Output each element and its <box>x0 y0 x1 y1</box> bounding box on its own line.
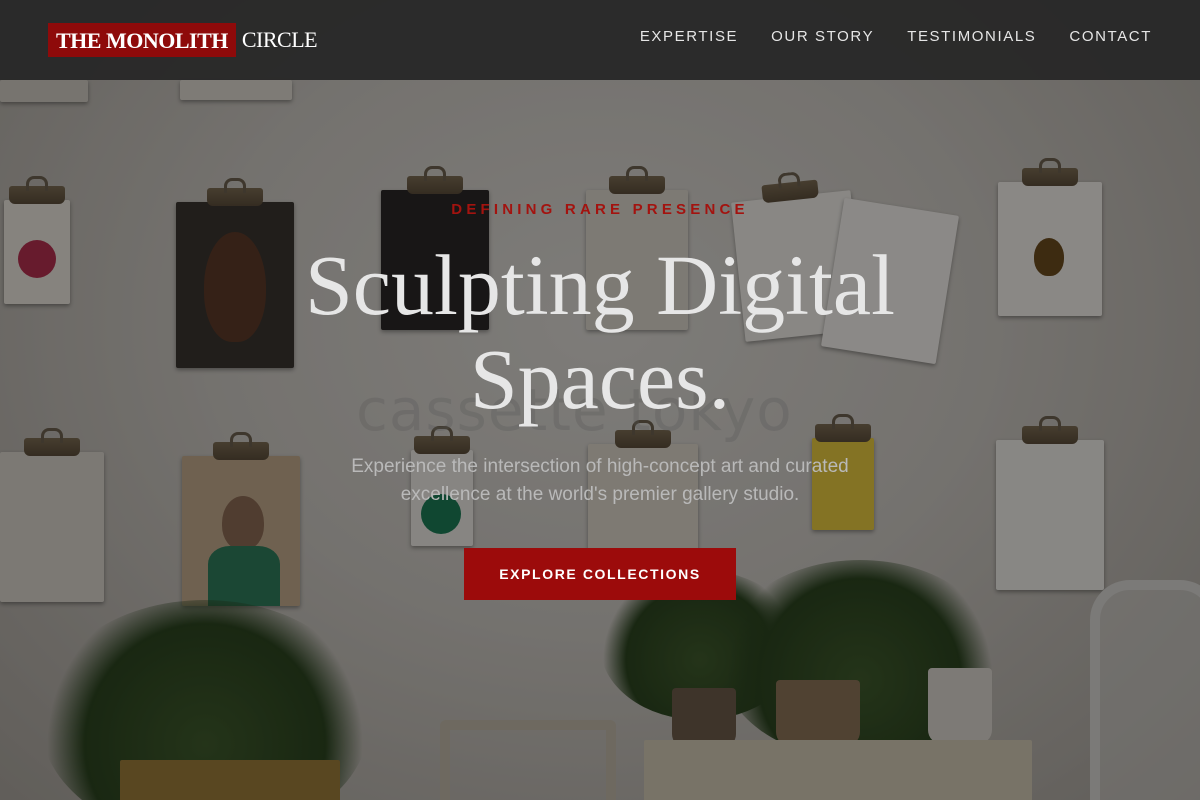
hero-headline-line-2: Spaces. <box>469 331 731 427</box>
logo-wordmark: CIRCLE <box>241 27 318 52</box>
hero-section: DEFINING RARE PRESENCE Sculpting Digital… <box>0 80 1200 800</box>
hero-subtext-line-1: Experience the intersection of high-conc… <box>351 456 849 477</box>
nav-link-our-story[interactable]: OUR STORY <box>771 28 874 45</box>
hero-headline-line-1: Sculpting Digital <box>304 237 896 333</box>
landing-page: cassette tokyo THE MONOLITH CIRCLE EXPER… <box>0 0 1200 800</box>
nav-link-contact[interactable]: CONTACT <box>1069 28 1152 45</box>
hero-subtext: Experience the intersection of high-conc… <box>300 453 900 509</box>
hero-headline: Sculpting Digital Spaces. <box>0 238 1200 426</box>
explore-collections-button[interactable]: EXPLORE COLLECTIONS <box>464 548 736 600</box>
logo-mark: THE MONOLITH <box>48 23 236 57</box>
hero-subtext-line-2: excellence at the world's premier galler… <box>400 484 800 505</box>
nav-link-testimonials[interactable]: TESTIMONIALS <box>907 28 1036 45</box>
nav-link-expertise[interactable]: EXPERTISE <box>640 28 738 45</box>
main-nav: EXPERTISE OUR STORY TESTIMONIALS CONTACT <box>607 28 1152 45</box>
hero-eyebrow: DEFINING RARE PRESENCE <box>451 201 749 218</box>
brand-logo[interactable]: THE MONOLITH CIRCLE <box>48 23 318 57</box>
site-header: THE MONOLITH CIRCLE EXPERTISE OUR STORY … <box>0 0 1200 80</box>
